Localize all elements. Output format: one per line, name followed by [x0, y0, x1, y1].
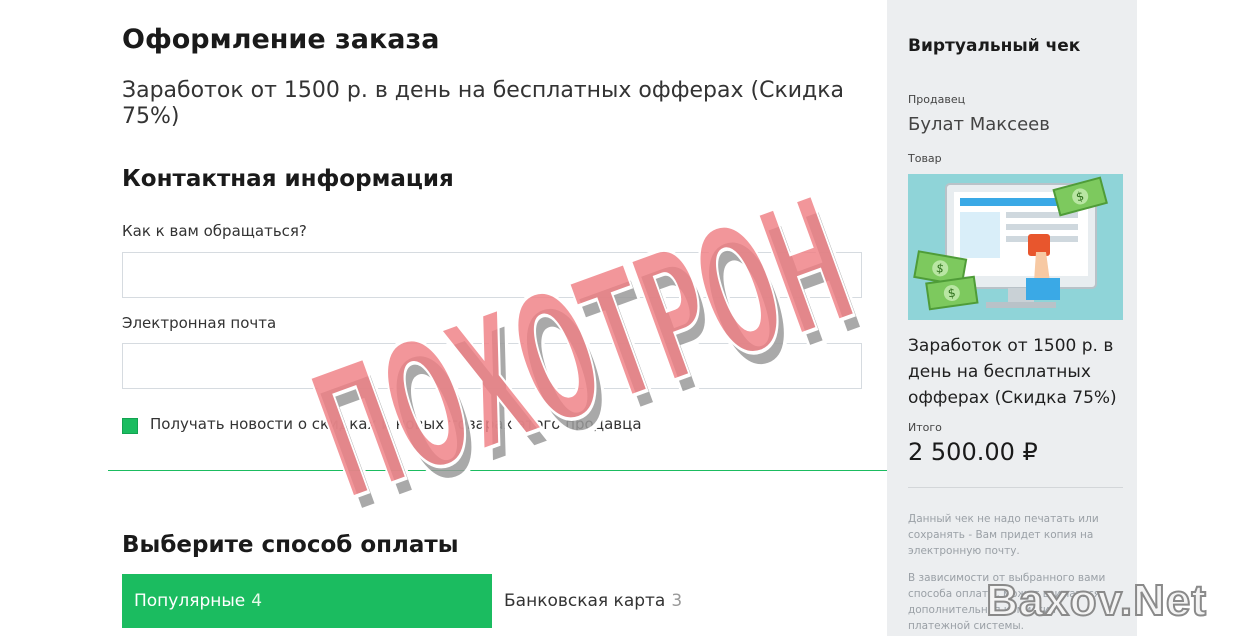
tab-popular-count: 4: [251, 591, 263, 611]
section-divider: [108, 470, 887, 471]
product-label: Товар: [908, 152, 942, 165]
email-input[interactable]: [122, 343, 862, 389]
newsletter-checkbox[interactable]: [122, 418, 138, 434]
total-value: 2 500.00 ₽: [908, 438, 1038, 466]
email-label: Электронная почта: [122, 314, 277, 332]
tab-bank-card[interactable]: Банковская карта 3: [492, 574, 862, 628]
product-image: $ $ $: [908, 174, 1123, 320]
receipt-product-name: Заработок от 1500 р. в день на бесплатны…: [908, 336, 1117, 408]
product-title: Заработок от 1500 р. в день на бесплатны…: [122, 78, 845, 129]
newsletter-label[interactable]: Получать новости о скидках и новых товар…: [150, 415, 642, 433]
receipt-note-copy: Данный чек не надо печатать или сохранят…: [908, 513, 1099, 557]
total-label: Итого: [908, 421, 942, 434]
virtual-receipt: Виртуальный чек Продавец Булат Максеев Т…: [887, 0, 1137, 636]
seller-name: Булат Максеев: [908, 114, 1050, 135]
receipt-divider: [908, 487, 1123, 488]
tab-bank-card-label: Банковская карта: [504, 591, 666, 611]
page-title: Оформление заказа: [122, 24, 440, 55]
name-input[interactable]: [122, 252, 862, 298]
site-watermark: Baxov.Net: [985, 575, 1207, 626]
seller-label: Продавец: [908, 93, 966, 106]
contact-section-title: Контактная информация: [122, 166, 454, 192]
tab-bank-card-count: 3: [671, 591, 683, 611]
product-illustration: $ $ $: [908, 174, 1123, 320]
payment-section-title: Выберите способ оплаты: [122, 532, 459, 558]
tab-popular[interactable]: Популярные 4: [122, 574, 492, 628]
tab-popular-label: Популярные: [134, 591, 246, 611]
receipt-title: Виртуальный чек: [908, 36, 1081, 56]
payment-tabs: Популярные 4 Банковская карта 3: [122, 574, 862, 628]
checkout-form: Оформление заказа Заработок от 1500 р. в…: [0, 0, 887, 636]
name-label: Как к вам обращаться?: [122, 222, 307, 240]
